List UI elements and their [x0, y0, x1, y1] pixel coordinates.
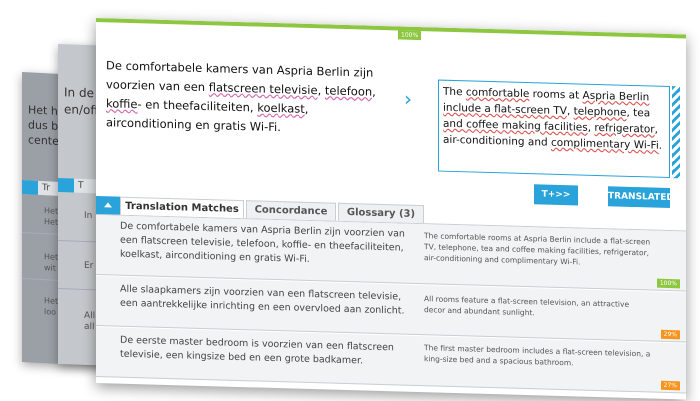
match-target: The first master bedroom includes a flat… — [424, 343, 651, 368]
target-text: , tea — [626, 106, 651, 120]
bg-row-line: In — [84, 210, 93, 222]
bg-row: In — [84, 211, 92, 222]
match-target: The comfortable rooms at Aspria Berlin i… — [424, 231, 651, 267]
match-score-badge: 27% — [660, 380, 680, 391]
source-underlined-term: koffie — [106, 96, 138, 112]
target-underlined-term: complimentary Wi-Fi — [551, 136, 659, 152]
bg-row-line: loo — [44, 307, 57, 317]
translated-button[interactable]: TRANSLATED — [608, 186, 674, 209]
bg-row-line: All — [84, 310, 96, 322]
source-underlined-term: koelkast — [257, 100, 305, 116]
tab-glossary[interactable]: Glossary (3) — [338, 202, 424, 224]
target-text: , — [566, 105, 574, 118]
bg-row: Het loo — [44, 295, 58, 318]
chevron-right-icon[interactable]: › — [404, 87, 412, 111]
bg-row: Het Het — [44, 205, 58, 228]
bg-tab-label: T — [78, 180, 84, 191]
bg-row: All all — [84, 311, 95, 333]
source-underlined-term: telefoon — [324, 83, 373, 99]
source-text: , — [317, 83, 325, 98]
bg-row-line: Het — [44, 296, 59, 306]
bg-row-line: all — [84, 321, 95, 333]
bg-row-line: wit — [44, 263, 56, 273]
segment-match-badge: 100% — [398, 30, 422, 41]
target-underlined-term: include a flat-screen TV — [443, 101, 567, 118]
tab-translation-matches[interactable]: Translation Matches — [120, 196, 244, 219]
target-text: The — [443, 85, 466, 99]
match-source: De comfortabele kamers van Aspria Berlin… — [120, 220, 405, 265]
match-source: Alle slaapkamers zijn voorzien van een f… — [120, 283, 405, 317]
source-underlined-term: flatscreen televisie — [208, 80, 318, 98]
collapse-panel-icon[interactable] — [96, 196, 120, 215]
source-text: - en theefaciliteiten, — [137, 97, 258, 115]
collapse-icon — [22, 180, 38, 195]
bg-line: en/ofi — [64, 102, 98, 118]
target-text: rooms at — [529, 88, 583, 102]
bg-row: Het wit — [44, 251, 58, 274]
active-segment-stripe — [672, 86, 680, 179]
target-segment-editor[interactable]: The comfortable rooms at Aspria Berlin i… — [438, 79, 670, 179]
match-score-badge: 29% — [660, 329, 680, 340]
target-underlined-term: and coffee making facilities — [443, 117, 588, 134]
target-text: . — [658, 139, 663, 152]
collapse-icon — [58, 178, 74, 193]
source-segment: De comfortabele kamers van Aspria Berlin… — [106, 56, 396, 140]
bg-row-line: Het — [44, 252, 59, 262]
target-underlined-term: telephone — [573, 105, 627, 119]
bg-line: In de — [64, 85, 94, 101]
editor-card: 100% De comfortabele kamers van Aspria B… — [96, 18, 686, 400]
target-underlined-term: comfortable — [465, 86, 530, 101]
match-source: De eerste master bedroom is voorzien van… — [120, 334, 394, 367]
translate-next-button[interactable]: T+>> — [534, 184, 578, 206]
bg-row-line: Er — [84, 260, 94, 272]
segment-progress-bar — [96, 18, 686, 39]
bg-row-line: Het — [44, 206, 59, 216]
match-target: All rooms feature a flat-screen televisi… — [424, 294, 630, 318]
bg-tab-label: Tr — [42, 183, 50, 194]
target-underlined-term: Aspria Berlin — [582, 89, 650, 104]
bg-row: Er — [84, 261, 93, 272]
bg-source-text: In de en/ofi — [64, 84, 98, 119]
tab-concordance[interactable]: Concordance — [246, 200, 336, 221]
source-text: , — [372, 84, 376, 99]
match-score-badge: 100% — [656, 278, 680, 289]
bg-row-line: Het — [44, 217, 59, 227]
target-underlined-term: refrigerator — [594, 121, 655, 136]
